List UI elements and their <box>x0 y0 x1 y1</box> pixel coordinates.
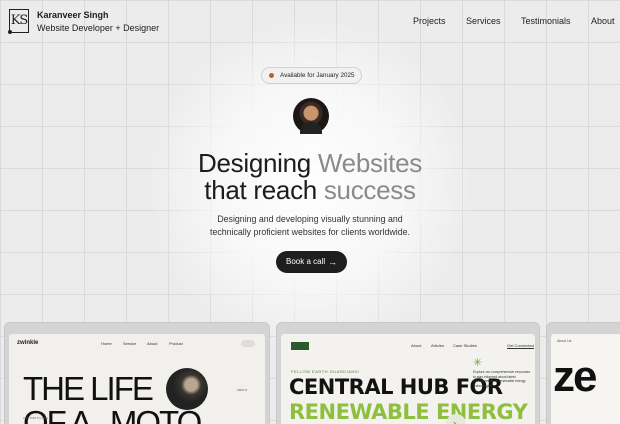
asterisk-icon: ✳ <box>473 357 483 369</box>
project-card-zwinkle[interactable]: zwinkle Home Service About Product THE L… <box>4 322 270 424</box>
logo[interactable]: KS <box>9 9 29 33</box>
nav-about[interactable]: About <box>591 16 615 26</box>
project-card-ze[interactable]: About Us ze <box>546 322 620 424</box>
project-card-energy[interactable]: About Articles Case Studies Get Connecte… <box>276 322 540 424</box>
avatar-shirt <box>300 122 322 134</box>
preview-nav-item: Articles <box>431 343 445 348</box>
hero-subtitle-1: Designing and developing visually stunni… <box>217 214 403 224</box>
book-call-button[interactable]: Book a call → <box>276 251 347 273</box>
site-header: KS Karanveer Singh Website Developer + D… <box>0 0 620 44</box>
arrow-right-icon: → <box>328 257 337 267</box>
hero-subtitle-2: technically proficient websites for clie… <box>210 227 410 237</box>
headline-text: Designing <box>198 148 318 178</box>
preview-nav-item: About <box>411 343 422 348</box>
preview-headline: ze <box>553 352 598 401</box>
preview-nav-item: Service <box>123 341 137 346</box>
preview-headline-2: RENEWABLE ENERGY <box>289 400 528 424</box>
headline-line-2: that reach success <box>0 176 620 204</box>
headline-text: that reach <box>204 175 324 205</box>
headline-highlight: success <box>323 175 416 205</box>
nav-testimonials[interactable]: Testimonials <box>521 16 571 26</box>
project-preview: About Articles Case Studies Get Connecte… <box>281 334 535 424</box>
preview-eyebrow: FELLOW EARTH GUARDIANS! <box>291 369 360 374</box>
preview-nav-item: Case Studies <box>453 343 477 348</box>
availability-text: Available for January 2025 <box>280 72 355 79</box>
book-call-label: Book a call <box>286 257 326 266</box>
status-dot-icon <box>269 73 274 78</box>
nav-services[interactable]: Services <box>466 16 501 26</box>
preview-nav-item: Product <box>169 341 183 346</box>
preview-logo: zwinkle <box>17 340 39 346</box>
headline-highlight: Websites <box>317 148 422 178</box>
preview-caption: CUSTOM TO LIFE <box>23 416 49 420</box>
preview-tag: ABOUT <box>237 388 248 392</box>
availability-badge: Available for January 2025 <box>261 67 362 84</box>
logo-dot-icon <box>8 30 12 34</box>
preview-nav-item: Home <box>101 341 112 346</box>
preview-nav-item: Get Connected <box>507 343 534 348</box>
preview-headline-1: THE LIFE <box>23 370 154 407</box>
project-preview: About Us ze <box>551 334 620 424</box>
headline-line-1: Designing Websites <box>0 149 620 177</box>
nav-projects[interactable]: Projects <box>413 16 446 26</box>
project-preview: zwinkle Home Service About Product THE L… <box>9 334 265 424</box>
preview-nav-item: About <box>147 341 158 346</box>
preview-headline-1: CENTRAL HUB FOR <box>289 375 503 399</box>
brand-name: Karanveer Singh <box>37 10 109 20</box>
preview-nav-item: About Us <box>557 339 572 343</box>
brand-role: Website Developer + Designer <box>37 23 160 33</box>
preview-headline-2: OF A MOTO <box>23 404 202 424</box>
preview-button <box>241 340 255 347</box>
preview-paragraph: Explore our comprehensive resources to s… <box>473 370 531 388</box>
preview-logo <box>291 342 309 350</box>
